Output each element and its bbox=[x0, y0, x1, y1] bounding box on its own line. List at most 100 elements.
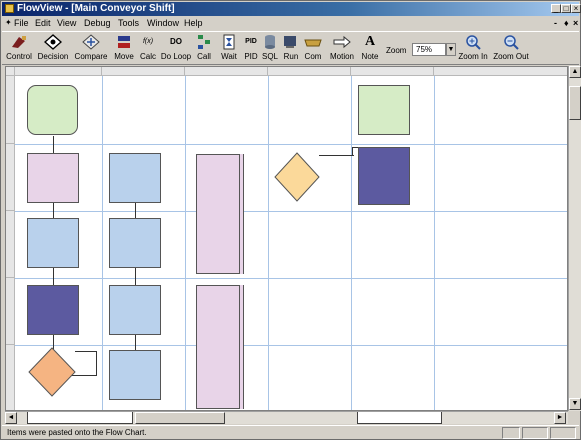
grid-line bbox=[15, 345, 567, 346]
maximize-button[interactable]: □ bbox=[561, 4, 571, 13]
motion-icon bbox=[333, 35, 351, 49]
zoom-out-icon bbox=[504, 35, 519, 50]
flowchart-canvas[interactable] bbox=[5, 66, 568, 411]
row-header bbox=[6, 211, 15, 278]
pid-icon: PID bbox=[245, 38, 257, 45]
do-loop-button[interactable]: DO Do Loop bbox=[160, 34, 192, 64]
do-loop-icon: DO bbox=[170, 37, 182, 46]
menu-bar: ✦ File Edit View Debug Tools Window Help bbox=[2, 17, 579, 30]
action-block[interactable] bbox=[27, 153, 79, 203]
control-button[interactable]: Control bbox=[4, 34, 34, 64]
scroll-up-button[interactable]: ▲ bbox=[569, 66, 581, 78]
menu-edit[interactable]: Edit bbox=[35, 18, 51, 28]
zoom-in-icon bbox=[466, 35, 481, 50]
app-icon[interactable] bbox=[5, 4, 14, 13]
column-header bbox=[434, 67, 567, 76]
row-header bbox=[6, 345, 15, 410]
column-header bbox=[102, 67, 185, 76]
start-block[interactable] bbox=[27, 85, 78, 135]
menu-debug[interactable]: Debug bbox=[84, 18, 111, 28]
menu-view[interactable]: View bbox=[57, 18, 76, 28]
action-block[interactable] bbox=[109, 153, 161, 203]
horizontal-scrollbar[interactable]: ◄ ► bbox=[5, 411, 568, 424]
grid-line bbox=[434, 76, 435, 410]
document-menu-icon[interactable]: ✦ bbox=[5, 18, 12, 27]
status-pane bbox=[550, 427, 576, 439]
move-button[interactable]: Move bbox=[112, 34, 136, 64]
scroll-right-button[interactable]: ► bbox=[554, 412, 566, 424]
start-block[interactable] bbox=[358, 85, 410, 135]
grid-line bbox=[185, 76, 186, 410]
grid-line bbox=[15, 211, 567, 212]
grid-line bbox=[15, 144, 567, 145]
document-close-button[interactable]: × bbox=[573, 18, 578, 28]
subroutine-block[interactable] bbox=[27, 285, 79, 335]
run-button[interactable]: Run bbox=[282, 34, 300, 64]
move-icon bbox=[118, 36, 130, 48]
title-bar[interactable]: FlowView - [Main Conveyor Shift] _ □ × bbox=[2, 2, 581, 16]
decision-block[interactable] bbox=[274, 152, 320, 202]
wait-button[interactable]: Wait bbox=[219, 34, 239, 64]
decision-icon bbox=[44, 34, 62, 50]
grid-line bbox=[351, 76, 352, 410]
menu-file[interactable]: File bbox=[14, 18, 29, 28]
menu-tools[interactable]: Tools bbox=[118, 18, 139, 28]
horizontal-scroll-thumb[interactable] bbox=[135, 412, 225, 424]
column-header bbox=[268, 67, 351, 76]
document-restore-button[interactable]: ♦ bbox=[564, 18, 569, 28]
menu-help[interactable]: Help bbox=[184, 18, 203, 28]
sql-button[interactable]: SQL bbox=[261, 34, 279, 64]
application-window: FlowView - [Main Conveyor Shift] _ □ × ✦… bbox=[0, 0, 581, 440]
zoom-dropdown-arrow[interactable]: ▼ bbox=[446, 43, 456, 56]
action-block[interactable] bbox=[109, 285, 161, 335]
pid-button[interactable]: PID PID bbox=[242, 34, 260, 64]
control-icon bbox=[12, 36, 26, 48]
zoom-in-button[interactable]: Zoom In bbox=[457, 34, 489, 64]
multi-step-block[interactable] bbox=[196, 285, 240, 409]
connector-line bbox=[75, 351, 97, 352]
call-button[interactable]: Call bbox=[194, 34, 214, 64]
scroll-left-button[interactable]: ◄ bbox=[5, 412, 17, 424]
call-icon bbox=[198, 35, 210, 49]
grid-corner bbox=[6, 67, 15, 76]
status-bar: Items were pasted onto the Flow Chart. bbox=[2, 425, 579, 440]
action-block[interactable] bbox=[27, 218, 79, 268]
decision-button[interactable]: Decision bbox=[36, 34, 70, 64]
row-header bbox=[6, 76, 15, 144]
column-header bbox=[185, 67, 268, 76]
zoom-out-button[interactable]: Zoom Out bbox=[492, 34, 530, 64]
close-button[interactable]: × bbox=[571, 4, 581, 13]
com-icon bbox=[304, 39, 322, 47]
row-header bbox=[6, 278, 15, 345]
subroutine-block[interactable] bbox=[358, 147, 410, 205]
row-header bbox=[6, 144, 15, 211]
vertical-scrollbar[interactable]: ▲ ▼ bbox=[568, 66, 581, 411]
decision-block[interactable] bbox=[28, 347, 76, 397]
calc-icon: f(x) bbox=[142, 38, 154, 45]
scroll-down-button[interactable]: ▼ bbox=[569, 398, 581, 410]
calc-button[interactable]: f(x) Calc bbox=[138, 34, 158, 64]
grid-line bbox=[15, 278, 567, 279]
zoom-label: Zoom bbox=[386, 46, 407, 55]
motion-button[interactable]: Motion bbox=[327, 34, 357, 64]
action-block[interactable] bbox=[109, 350, 161, 400]
status-pane bbox=[522, 427, 548, 439]
grid-line bbox=[268, 76, 269, 410]
minimize-button[interactable]: _ bbox=[551, 4, 561, 13]
note-icon: A bbox=[364, 34, 376, 49]
compare-button[interactable]: Compare bbox=[72, 34, 110, 64]
connector-line bbox=[96, 351, 97, 375]
menu-window[interactable]: Window bbox=[147, 18, 179, 28]
connector-line bbox=[352, 147, 353, 156]
sql-icon bbox=[265, 35, 275, 49]
sheet-tab[interactable] bbox=[27, 412, 133, 424]
multi-step-block[interactable] bbox=[196, 154, 240, 274]
vertical-scroll-thumb[interactable] bbox=[569, 86, 581, 120]
zoom-select[interactable]: 75% bbox=[412, 43, 446, 56]
status-message: Items were pasted onto the Flow Chart. bbox=[7, 428, 147, 437]
com-button[interactable]: Com bbox=[302, 34, 324, 64]
note-button[interactable]: A Note bbox=[359, 34, 381, 64]
action-block[interactable] bbox=[109, 218, 161, 268]
document-minimize-button[interactable]: - bbox=[554, 18, 557, 28]
sheet-tab[interactable] bbox=[357, 412, 442, 424]
